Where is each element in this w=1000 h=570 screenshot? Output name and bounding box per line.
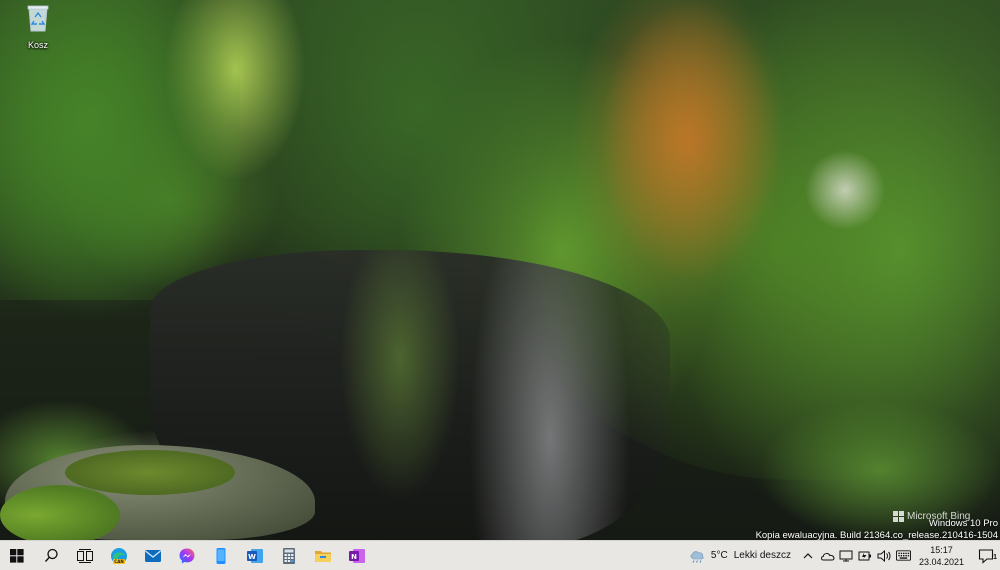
- system-tray: 5°C Lekki deszcz 15:17 23.04.2021 1: [685, 541, 1000, 570]
- word-icon: W: [247, 548, 263, 563]
- taskbar-app-edge-canary[interactable]: CAN: [102, 541, 136, 570]
- search-icon: [44, 548, 58, 562]
- tray-input-indicator[interactable]: [895, 548, 911, 563]
- tray-battery[interactable]: [858, 548, 873, 563]
- search-button[interactable]: [34, 541, 68, 570]
- start-button[interactable]: [0, 541, 34, 570]
- keyboard-icon: [895, 550, 911, 561]
- action-center-button[interactable]: 1: [972, 548, 1000, 564]
- notification-count-badge: 1: [993, 553, 997, 561]
- task-view-icon: [77, 548, 93, 563]
- windows-logo-icon: [10, 548, 24, 563]
- messenger-icon: [179, 548, 195, 563]
- clock-date: 23.04.2021: [918, 556, 964, 567]
- taskbar-app-file-explorer[interactable]: [306, 541, 340, 570]
- svg-text:CAN: CAN: [114, 559, 123, 564]
- mail-icon: [145, 549, 161, 562]
- onenote-icon: N: [349, 548, 365, 563]
- taskbar-app-mail[interactable]: [136, 541, 170, 570]
- wallpaper-moss: [0, 485, 120, 540]
- onedrive-icon: [820, 552, 835, 560]
- weather-condition: Lekki deszcz: [733, 550, 791, 561]
- tray-volume[interactable]: [877, 548, 892, 563]
- notification-icon: [978, 548, 994, 564]
- taskbar-app-messenger[interactable]: [170, 541, 204, 570]
- taskbar-app-calculator[interactable]: [272, 541, 306, 570]
- calculator-icon: [283, 547, 295, 564]
- windows-edition-text: Windows 10 Pro: [928, 518, 998, 529]
- desktop-icon-label: Kosz: [27, 40, 48, 50]
- evaluation-watermark: Windows 10 Pro Kopia ewaluacyjna. Build …: [756, 518, 998, 540]
- phone-icon: [216, 547, 226, 564]
- build-text: Kopia ewaluacyjna. Build 21364.co_releas…: [755, 530, 998, 540]
- edge-canary-icon: CAN: [111, 547, 127, 564]
- rain-cloud-icon: [690, 550, 704, 563]
- tray-onedrive[interactable]: [820, 548, 835, 563]
- recycle-bin-icon: [27, 5, 49, 32]
- network-icon: [839, 550, 853, 561]
- battery-icon: [858, 551, 872, 560]
- taskbar-app-onenote[interactable]: N: [340, 541, 374, 570]
- weather-widget[interactable]: 5°C Lekki deszcz: [685, 549, 799, 563]
- clock-time: 15:17: [930, 544, 953, 555]
- chevron-up-icon: [804, 552, 813, 558]
- file-explorer-icon: [315, 550, 331, 562]
- taskbar-clock[interactable]: 15:17 23.04.2021: [913, 544, 972, 568]
- weather-temperature: 5°C: [710, 550, 728, 561]
- desktop-wallpaper: Kosz Microsoft Bing Windows 10 Pro Kopia…: [0, 0, 1000, 540]
- taskbar-app-word[interactable]: W: [238, 541, 272, 570]
- svg-text:W: W: [248, 553, 256, 561]
- svg-text:N: N: [351, 553, 357, 561]
- desktop-icon-recycle-bin[interactable]: Kosz: [14, 3, 62, 50]
- taskbar-app-phone[interactable]: [204, 541, 238, 570]
- show-hidden-icons-button[interactable]: [801, 548, 816, 563]
- task-view-button[interactable]: [68, 541, 102, 570]
- taskbar: CAN W N 5°C Lekki deszcz 15:17 23.04.202…: [0, 540, 1000, 570]
- tray-network[interactable]: [839, 548, 854, 563]
- volume-icon: [877, 549, 891, 562]
